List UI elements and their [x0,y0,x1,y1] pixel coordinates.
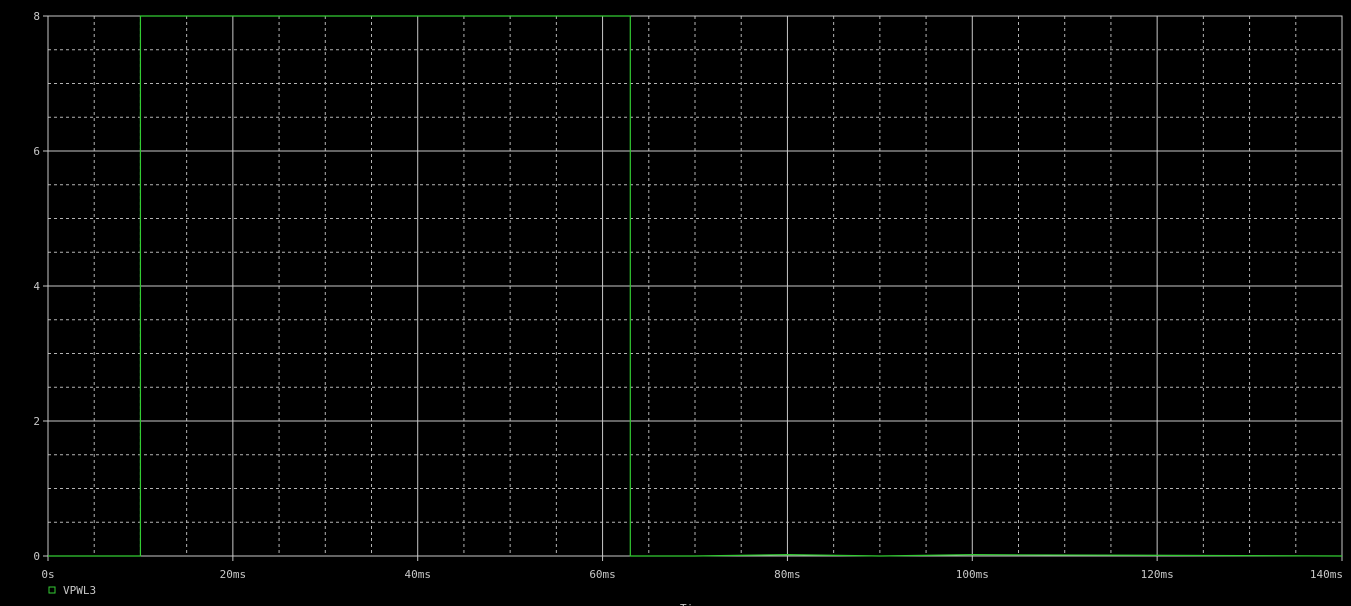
x-axis-label: Ti [680,602,693,606]
y-tick-label: 2 [33,415,40,428]
x-tick-label: 80ms [774,568,801,581]
x-tick-label: 60ms [589,568,616,581]
y-tick-label: 6 [33,145,40,158]
x-tick-label: 40ms [404,568,431,581]
plot-background [0,0,1351,606]
legend-label[interactable]: VPWL3 [63,584,96,597]
waveform-plot[interactable]: 02468 0s 20ms 40ms 60ms 80ms 100ms 120ms 140ms … [0,0,1351,606]
y-tick-label: 4 [33,280,40,293]
y-tick-label: 8 [33,10,40,23]
y-tick-label: 0 [33,550,40,563]
x-tick-label: 140ms [1310,568,1343,581]
x-tick-label: 20ms [220,568,247,581]
x-tick-label: 0s [41,568,54,581]
x-tick-label: 100ms [956,568,989,581]
x-tick-label: 120ms [1141,568,1174,581]
